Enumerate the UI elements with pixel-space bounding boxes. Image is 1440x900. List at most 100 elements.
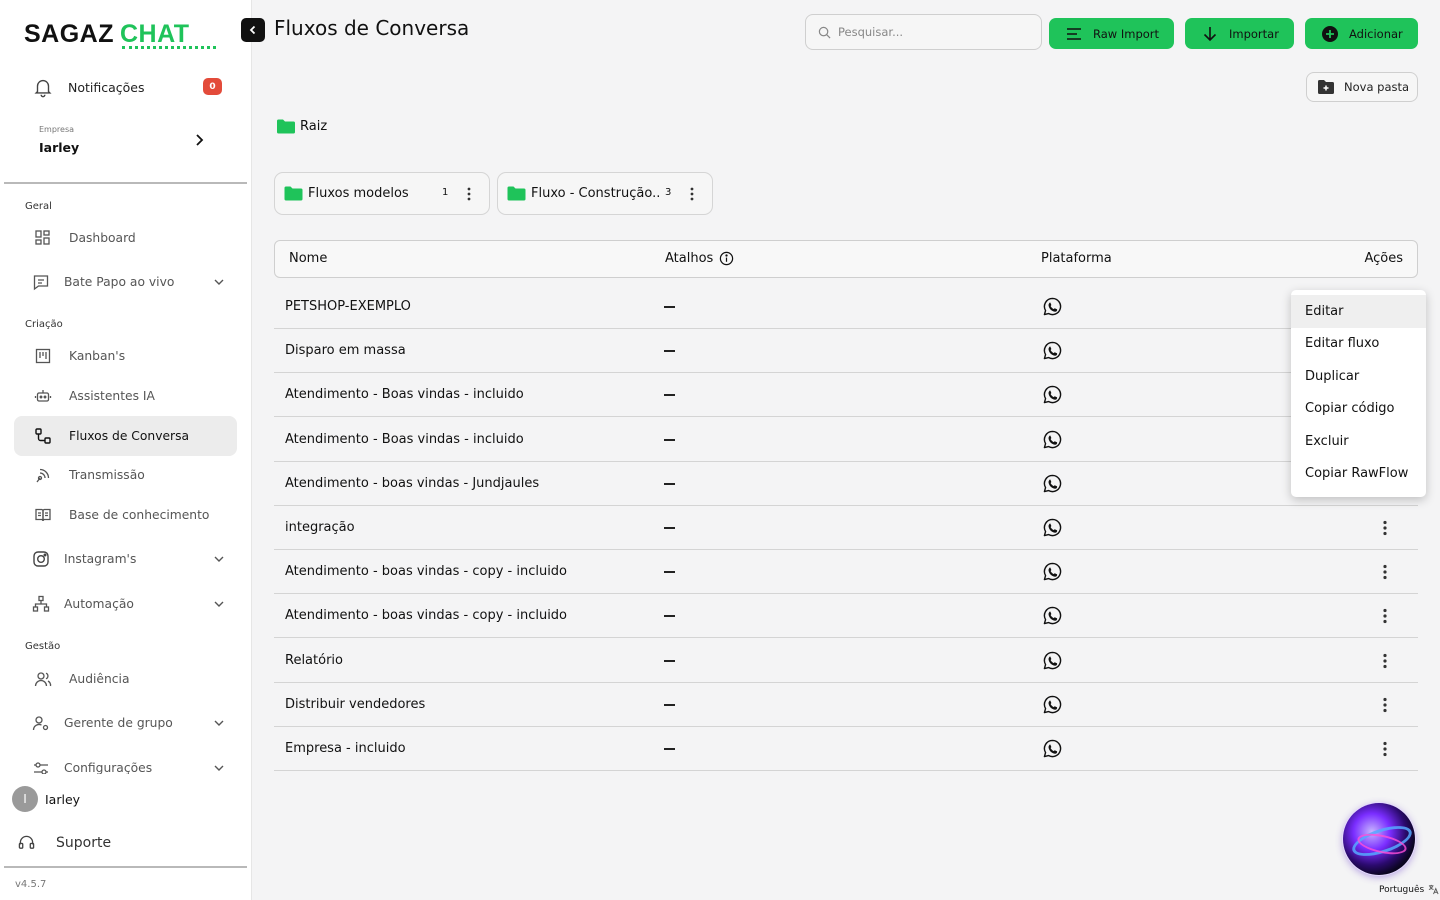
sidebar-item-kanban[interactable]: Kanban's	[14, 336, 237, 376]
shortcuts-empty	[664, 350, 675, 352]
add-button[interactable]: Adicionar	[1305, 18, 1418, 49]
table-row[interactable]: Relatório	[274, 639, 1418, 683]
brand-logo[interactable]: SAGAZ CHAT	[24, 20, 216, 49]
language-label: Português	[1379, 884, 1425, 895]
more-vertical-icon[interactable]	[1383, 564, 1387, 580]
users-icon	[34, 672, 52, 687]
shortcuts-empty	[664, 748, 675, 750]
flow-name[interactable]: Empresa - incluido	[285, 741, 406, 756]
more-vertical-icon[interactable]	[1383, 697, 1387, 713]
avatar: I	[12, 786, 38, 812]
sidebar-item-label: Kanban's	[69, 349, 126, 363]
search-input[interactable]	[838, 25, 1028, 39]
table-row[interactable]: Atendimento - boas vindas - copy - inclu…	[274, 550, 1418, 594]
shortcuts-empty	[664, 527, 675, 529]
info-icon[interactable]	[719, 251, 734, 266]
whatsapp-icon	[1043, 385, 1062, 404]
flow-name[interactable]: PETSHOP-EXEMPLO	[285, 299, 411, 314]
notifications-button[interactable]: Notificações 0	[20, 70, 232, 104]
table-row[interactable]: Atendimento - boas vindas - Jundjaules	[274, 462, 1418, 506]
folder-plus-icon	[1318, 80, 1334, 94]
table-row[interactable]: Distribuir vendedores	[274, 683, 1418, 727]
sidebar-item-instagram[interactable]: Instagram's	[14, 539, 237, 579]
flow-name[interactable]: Relatório	[285, 653, 343, 668]
table-header: Nome Atalhos Plataforma Ações	[274, 240, 1418, 278]
sidebar-item-knowledge-base[interactable]: Base de conhecimento	[14, 495, 237, 535]
breadcrumb[interactable]: Raiz	[277, 119, 327, 134]
flow-name[interactable]: integração	[285, 520, 355, 535]
brand-name-part2: CHAT	[120, 20, 216, 49]
more-vertical-icon[interactable]	[1383, 520, 1387, 536]
flow-name[interactable]: Atendimento - boas vindas - copy - inclu…	[285, 564, 567, 579]
column-actions: Ações	[1364, 251, 1403, 266]
flow-name[interactable]: Atendimento - Boas vindas - incluido	[285, 432, 524, 447]
menu-item-edit[interactable]: Editar	[1291, 295, 1426, 328]
table-row[interactable]: Empresa - incluido	[274, 727, 1418, 771]
flow-name[interactable]: Distribuir vendedores	[285, 697, 425, 712]
raw-import-label: Raw Import	[1093, 26, 1160, 41]
company-caption: Empresa	[39, 125, 75, 134]
flow-name[interactable]: Atendimento - boas vindas - copy - inclu…	[285, 608, 567, 623]
notifications-count-badge: 0	[203, 78, 222, 95]
raw-import-button[interactable]: Raw Import	[1049, 18, 1174, 49]
table-row[interactable]: Atendimento - Boas vindas - incluido	[274, 373, 1418, 417]
new-folder-button[interactable]: Nova pasta	[1306, 72, 1418, 102]
sidebar-item-live-chat[interactable]: Bate Papo ao vivo	[14, 262, 237, 302]
sidebar-item-settings[interactable]: Configurações	[14, 752, 237, 774]
sidebar-item-dashboard[interactable]: Dashboard	[14, 218, 237, 258]
user-settings-icon	[32, 716, 49, 731]
more-vertical-icon[interactable]	[690, 187, 694, 201]
folder-card[interactable]: Fluxo - Construção.. 3	[497, 172, 713, 215]
company-name: Iarley	[39, 140, 80, 155]
menu-item-copy-rawflow[interactable]: Copiar RawFlow	[1291, 458, 1426, 491]
user-profile[interactable]: I Iarley	[12, 786, 80, 812]
sidebar-item-automation[interactable]: Automação	[14, 584, 237, 624]
table-row[interactable]: Atendimento - boas vindas - copy - inclu…	[274, 594, 1418, 638]
sidebar-item-ai-assistants[interactable]: Assistentes IA	[14, 376, 237, 416]
more-vertical-icon[interactable]	[1383, 608, 1387, 624]
flow-name[interactable]: Atendimento - Boas vindas - incluido	[285, 387, 524, 402]
new-folder-label: Nova pasta	[1344, 80, 1410, 94]
shortcuts-empty	[664, 306, 675, 308]
menu-item-copy-code[interactable]: Copiar código	[1291, 393, 1426, 426]
page-title: Fluxos de Conversa	[274, 16, 470, 40]
collapse-sidebar-button[interactable]	[241, 18, 265, 42]
version-label: v4.5.7	[15, 879, 47, 890]
sidebar-item-audience[interactable]: Audiência	[14, 659, 237, 699]
support-button[interactable]: Suporte	[18, 834, 111, 851]
chevron-down-icon	[214, 556, 224, 562]
sidebar-item-group-manager[interactable]: Gerente de grupo	[14, 703, 237, 743]
import-button[interactable]: Importar	[1185, 18, 1294, 49]
table-row[interactable]: integração	[274, 506, 1418, 550]
more-vertical-icon[interactable]	[1383, 653, 1387, 669]
table-row[interactable]: PETSHOP-EXEMPLO	[274, 285, 1418, 329]
flow-name[interactable]: Disparo em massa	[285, 343, 406, 358]
sidebar-item-label: Dashboard	[69, 231, 136, 245]
folder-name: Fluxo - Construção..	[531, 186, 661, 201]
table-row[interactable]: Atendimento - Boas vindas - incluido	[274, 418, 1418, 462]
folder-card[interactable]: Fluxos modelos 1	[274, 172, 490, 215]
company-selector[interactable]: Empresa Iarley	[20, 120, 232, 164]
whatsapp-icon	[1043, 430, 1062, 449]
menu-item-delete[interactable]: Excluir	[1291, 425, 1426, 458]
flow-name[interactable]: Atendimento - boas vindas - Jundjaules	[285, 476, 539, 491]
language-selector[interactable]: Português	[1379, 884, 1439, 895]
sidebar-item-broadcast[interactable]: Transmissão	[14, 455, 237, 495]
shortcuts-empty	[664, 483, 675, 485]
robot-icon	[34, 390, 52, 402]
whatsapp-icon	[1043, 695, 1062, 714]
flow-icon	[35, 428, 51, 444]
ai-assistant-orb-button[interactable]	[1343, 803, 1415, 875]
table-row[interactable]: Disparo em massa	[274, 329, 1418, 373]
column-name[interactable]: Nome	[289, 251, 327, 266]
sidebar-item-flows[interactable]: Fluxos de Conversa	[14, 416, 237, 456]
more-vertical-icon[interactable]	[1383, 741, 1387, 757]
menu-item-edit-flow[interactable]: Editar fluxo	[1291, 328, 1426, 361]
search-box[interactable]	[805, 14, 1042, 50]
menu-item-duplicate[interactable]: Duplicar	[1291, 360, 1426, 393]
whatsapp-icon	[1043, 562, 1062, 581]
whatsapp-icon	[1043, 474, 1062, 493]
support-label: Suporte	[56, 834, 112, 851]
group-label-management: Gestão	[25, 641, 61, 652]
more-vertical-icon[interactable]	[467, 187, 471, 201]
